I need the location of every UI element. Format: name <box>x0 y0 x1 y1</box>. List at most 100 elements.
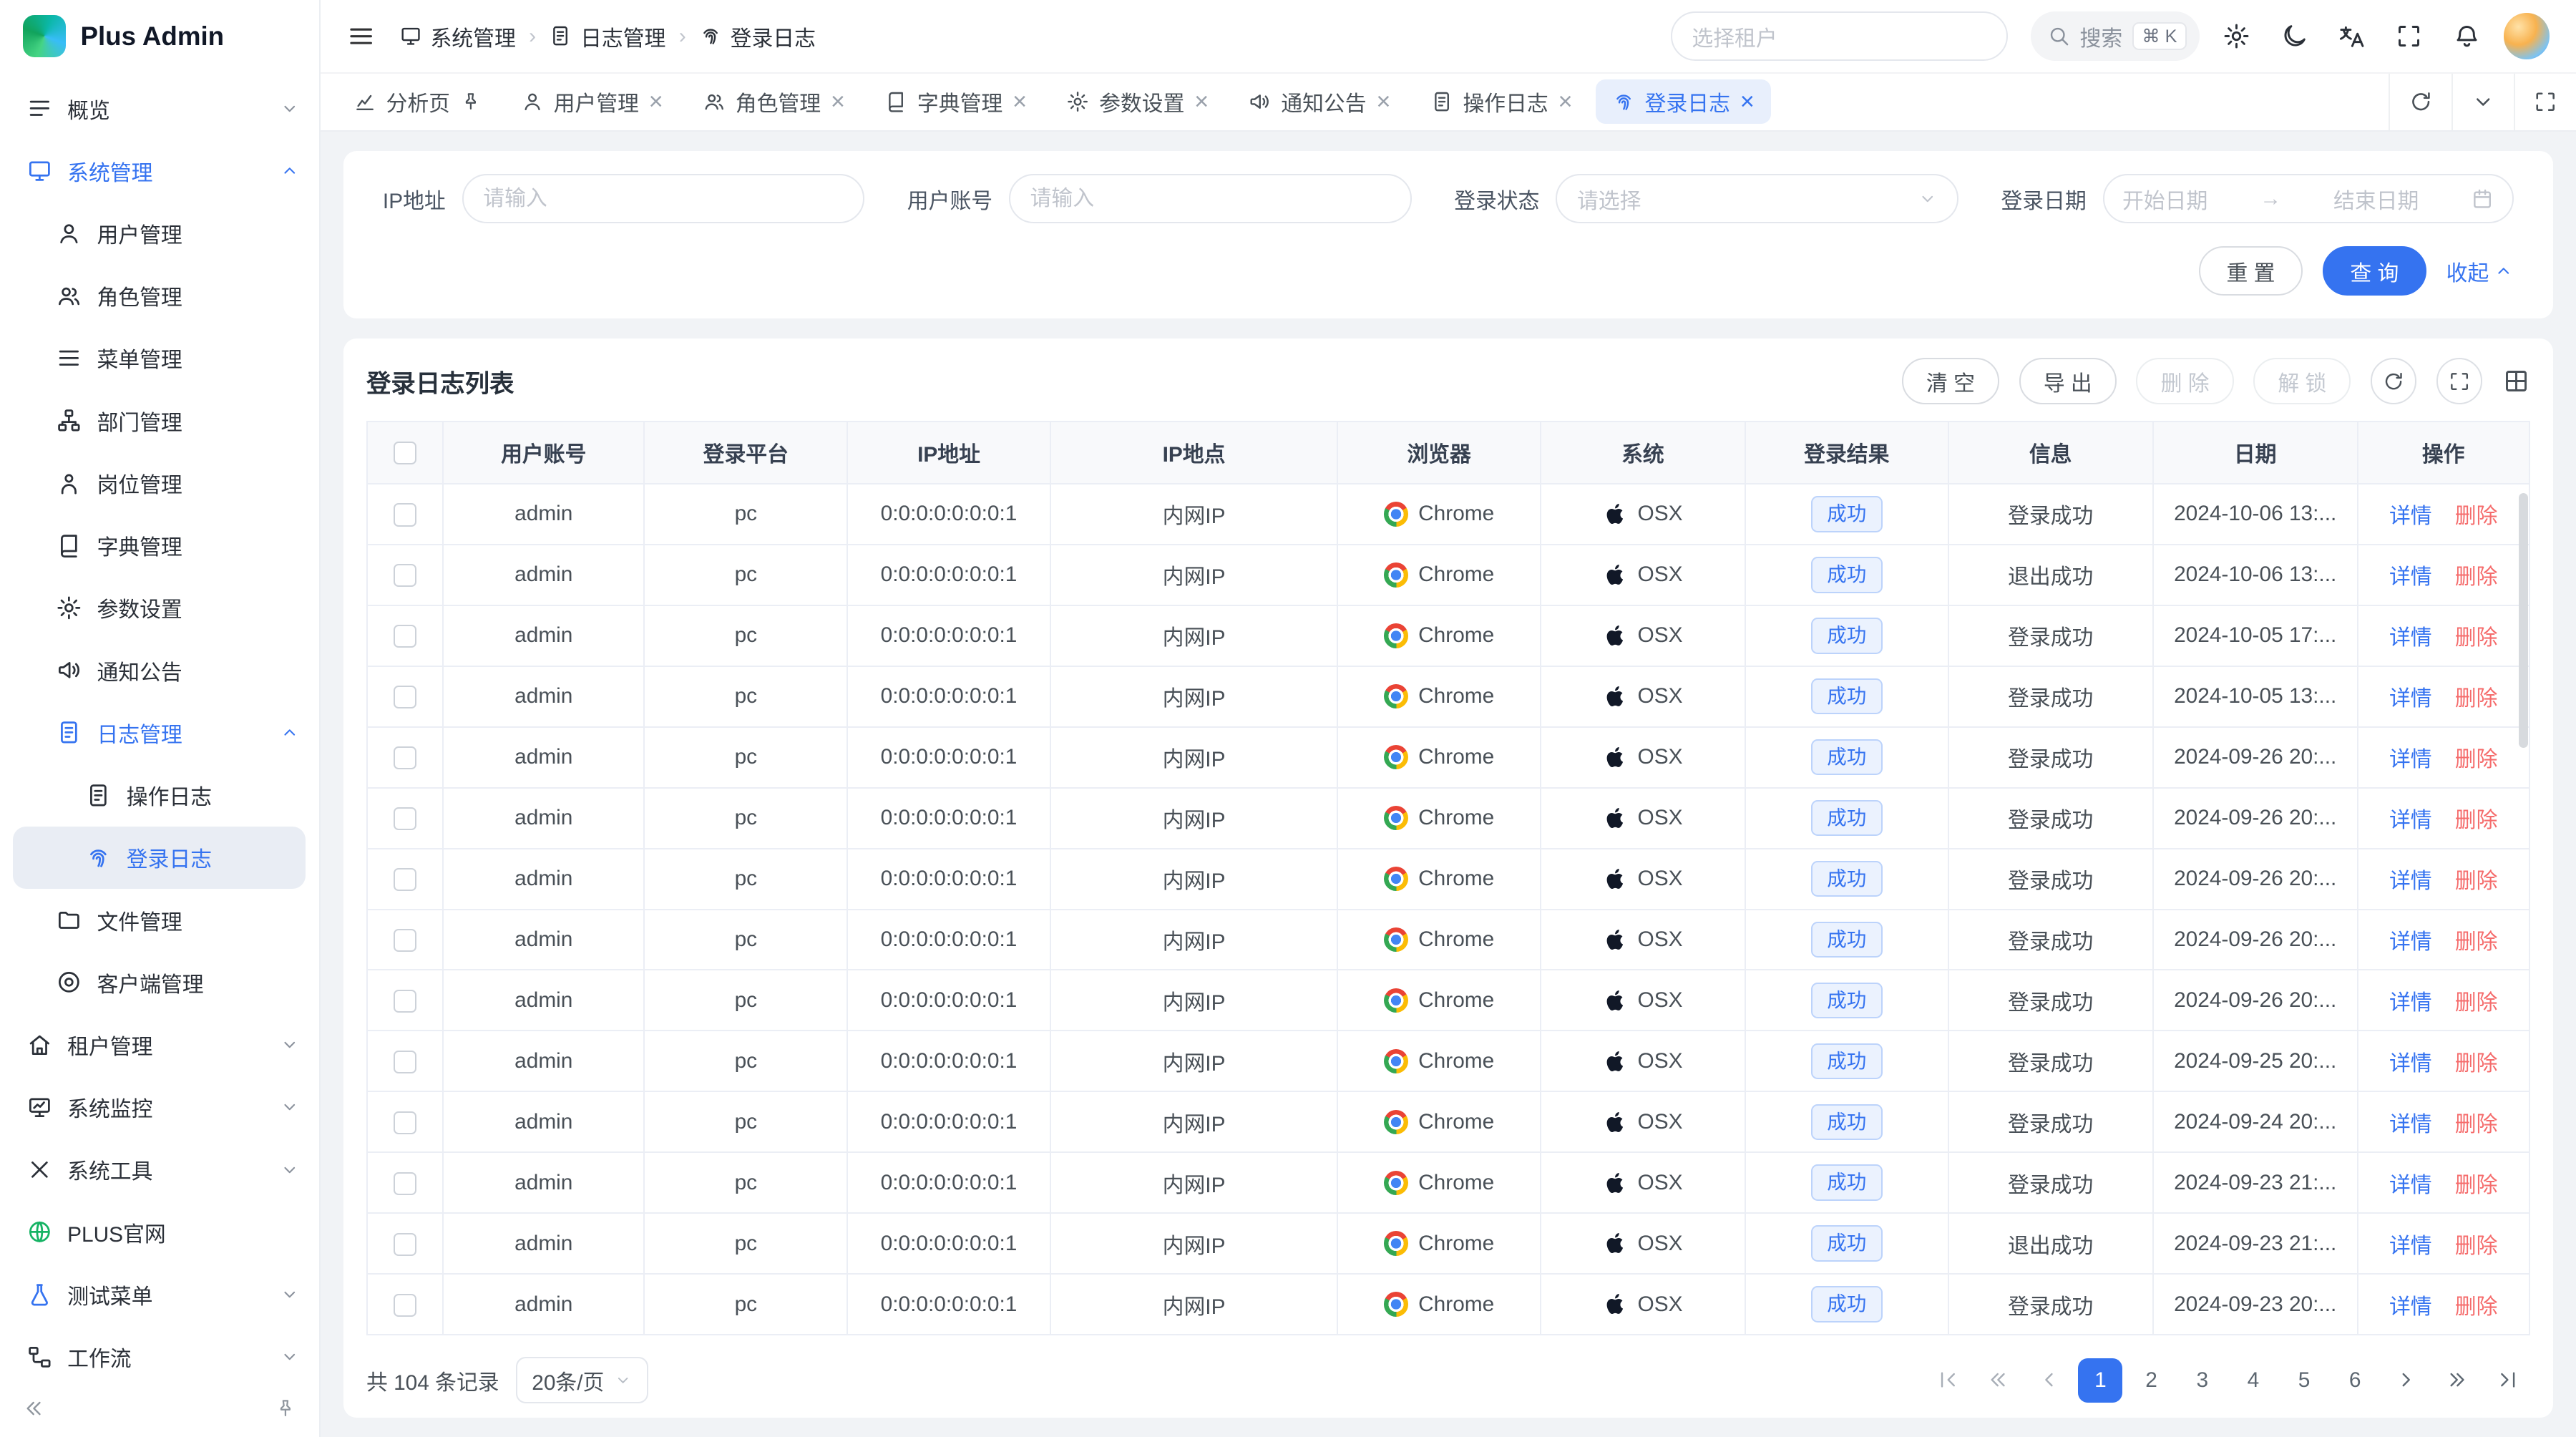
detail-link[interactable]: 详情 <box>2389 1106 2432 1138</box>
page-button-2[interactable]: 2 <box>2129 1358 2174 1403</box>
sidebar-item[interactable]: 字典管理 <box>0 515 319 577</box>
query-button[interactable]: 查 询 <box>2323 246 2426 296</box>
detail-link[interactable]: 详情 <box>2389 559 2432 590</box>
global-search[interactable]: 搜索 ⌘ K <box>2031 11 2200 61</box>
breadcrumb-item[interactable]: 系统管理 <box>399 21 516 52</box>
delete-link[interactable]: 删除 <box>2455 559 2498 590</box>
last-page-button[interactable] <box>2486 1358 2530 1403</box>
sidebar-item[interactable]: 部门管理 <box>0 389 319 452</box>
sidebar-item[interactable]: 菜单管理 <box>0 327 319 389</box>
tab-close-icon[interactable]: × <box>1376 89 1390 114</box>
sidebar-item[interactable]: 岗位管理 <box>0 452 319 514</box>
row-checkbox[interactable] <box>394 1051 416 1073</box>
select-all-checkbox[interactable] <box>394 442 416 464</box>
tab-item[interactable]: 角色管理× <box>686 79 862 124</box>
clear-button[interactable]: 清 空 <box>1902 358 1999 404</box>
detail-link[interactable]: 详情 <box>2389 681 2432 712</box>
row-checkbox[interactable] <box>394 807 416 830</box>
tab-item[interactable]: 字典管理× <box>868 79 1043 124</box>
sidebar-item[interactable]: 概览 <box>0 77 319 140</box>
detail-link[interactable]: 详情 <box>2389 741 2432 773</box>
settings-gear-icon[interactable] <box>2223 22 2250 50</box>
detail-link[interactable]: 详情 <box>2389 620 2432 651</box>
sidebar-item[interactable]: 租户管理 <box>0 1013 319 1076</box>
table-scrollbar[interactable] <box>2519 493 2529 748</box>
tab-menu-button[interactable] <box>2451 74 2514 130</box>
row-checkbox[interactable] <box>394 686 416 708</box>
sidebar-item[interactable]: 客户端管理 <box>0 951 319 1013</box>
export-button[interactable]: 导 出 <box>2019 358 2117 404</box>
jump-forward-button[interactable] <box>2435 1358 2479 1403</box>
sidebar-item[interactable]: PLUS官网 <box>0 1201 319 1263</box>
sidebar-item[interactable]: 文件管理 <box>0 889 319 951</box>
sidebar-item[interactable]: 系统工具 <box>0 1139 319 1201</box>
tab-item[interactable]: 用户管理× <box>504 79 680 124</box>
tab-close-icon[interactable]: × <box>1013 89 1027 114</box>
tab-close-icon[interactable]: × <box>1740 89 1755 114</box>
tab-close-icon[interactable]: × <box>831 89 845 114</box>
delete-link[interactable]: 删除 <box>2455 924 2498 955</box>
refresh-table-button[interactable] <box>2371 358 2416 404</box>
detail-link[interactable]: 详情 <box>2389 863 2432 895</box>
sidebar-item[interactable]: 工作流 <box>0 1326 319 1379</box>
ip-input[interactable] <box>483 187 843 211</box>
delete-button[interactable]: 删 除 <box>2136 358 2233 404</box>
sidebar-item[interactable]: 登录日志 <box>13 827 306 889</box>
tab-item[interactable]: 参数设置× <box>1050 79 1225 124</box>
delete-link[interactable]: 删除 <box>2455 498 2498 530</box>
row-checkbox[interactable] <box>394 1172 416 1195</box>
pin-sidebar-icon[interactable] <box>275 1398 296 1419</box>
detail-link[interactable]: 详情 <box>2389 1228 2432 1260</box>
table-fullscreen-button[interactable] <box>2436 358 2482 404</box>
row-checkbox[interactable] <box>394 1233 416 1256</box>
tab-item[interactable]: 操作日志× <box>1414 79 1589 124</box>
login-status-select[interactable]: 请选择 <box>1556 174 1958 223</box>
sidebar-item[interactable]: 测试菜单 <box>0 1263 319 1325</box>
hamburger-icon[interactable] <box>346 21 376 51</box>
row-checkbox[interactable] <box>394 990 416 1013</box>
tab-close-icon[interactable]: × <box>649 89 663 114</box>
fullscreen-icon[interactable] <box>2395 22 2423 50</box>
breadcrumb-item[interactable]: 登录日志 <box>699 21 816 52</box>
detail-link[interactable]: 详情 <box>2389 985 2432 1016</box>
tenant-select[interactable]: 选择租户 <box>1671 11 2008 61</box>
delete-link[interactable]: 删除 <box>2455 1289 2498 1320</box>
account-input[interactable] <box>1030 187 1390 211</box>
unlock-button[interactable]: 解 锁 <box>2253 358 2351 404</box>
page-button-5[interactable]: 5 <box>2282 1358 2326 1403</box>
row-checkbox[interactable] <box>394 625 416 648</box>
delete-link[interactable]: 删除 <box>2455 741 2498 773</box>
collapse-filter-link[interactable]: 收起 <box>2446 255 2514 287</box>
sidebar-item[interactable]: 用户管理 <box>0 202 319 264</box>
sidebar-item[interactable]: 系统管理 <box>0 140 319 202</box>
user-avatar[interactable] <box>2504 13 2550 59</box>
detail-link[interactable]: 详情 <box>2389 1289 2432 1320</box>
page-button-1[interactable]: 1 <box>2078 1358 2122 1403</box>
detail-link[interactable]: 详情 <box>2389 924 2432 955</box>
row-checkbox[interactable] <box>394 868 416 891</box>
row-checkbox[interactable] <box>394 564 416 587</box>
page-button-6[interactable]: 6 <box>2333 1358 2377 1403</box>
sidebar-item[interactable]: 日志管理 <box>0 701 319 764</box>
tab-item[interactable]: 分析页 <box>337 79 498 124</box>
tab-close-icon[interactable]: × <box>1194 89 1209 114</box>
page-size-select[interactable]: 20条/页 <box>516 1357 648 1403</box>
sidebar-item[interactable]: 操作日志 <box>0 764 319 826</box>
delete-link[interactable]: 删除 <box>2455 802 2498 834</box>
prev-page-button[interactable] <box>2027 1358 2072 1403</box>
reset-button[interactable]: 重 置 <box>2199 246 2303 296</box>
delete-link[interactable]: 删除 <box>2455 681 2498 712</box>
sidebar-item[interactable]: 参数设置 <box>0 577 319 639</box>
collapse-sidebar-icon[interactable] <box>23 1397 46 1420</box>
delete-link[interactable]: 删除 <box>2455 1106 2498 1138</box>
translate-icon[interactable] <box>2338 22 2366 50</box>
sidebar-item[interactable]: 通知公告 <box>0 639 319 701</box>
delete-link[interactable]: 删除 <box>2455 1228 2498 1260</box>
row-checkbox[interactable] <box>394 1294 416 1317</box>
breadcrumb-item[interactable]: 日志管理 <box>549 21 665 52</box>
tab-item[interactable]: 登录日志× <box>1596 79 1771 124</box>
detail-link[interactable]: 详情 <box>2389 802 2432 834</box>
app-logo[interactable]: Plus Admin <box>0 0 319 72</box>
tab-close-icon[interactable]: × <box>1558 89 1573 114</box>
column-settings-icon[interactable] <box>2502 367 2530 395</box>
